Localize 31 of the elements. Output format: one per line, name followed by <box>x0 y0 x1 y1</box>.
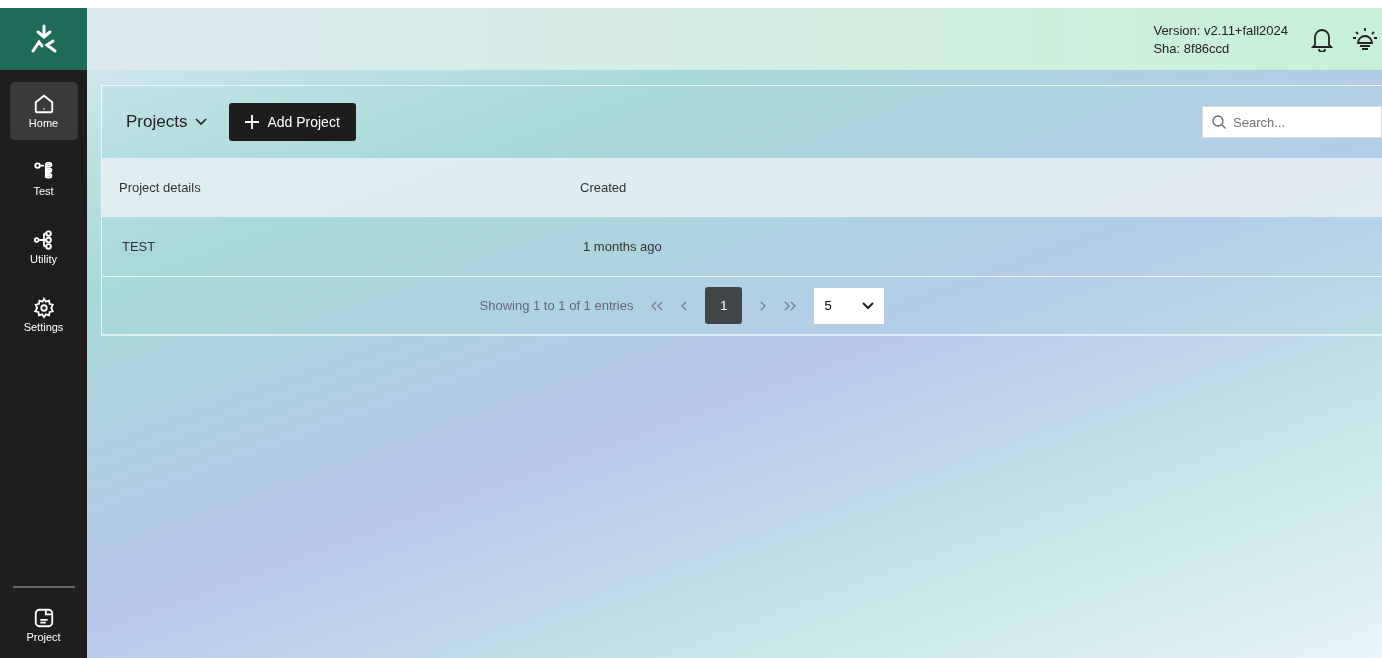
document-icon <box>32 607 55 629</box>
bell-icon[interactable] <box>1310 26 1334 52</box>
entries-summary: Showing 1 to 1 of 1 entries <box>479 298 634 313</box>
add-project-button[interactable]: Add Project <box>229 103 356 141</box>
branch-icon <box>32 229 55 251</box>
column-header: Created <box>580 180 627 195</box>
page-button[interactable]: 1 <box>705 287 743 324</box>
search-icon <box>1212 115 1226 129</box>
nav-item[interactable]: Home <box>9 82 78 140</box>
nav-item[interactable]: Test <box>9 150 78 208</box>
nav-item[interactable]: Utility <box>9 218 78 276</box>
settings-icon <box>32 297 55 319</box>
nav-item[interactable]: Settings <box>9 286 78 344</box>
chevron-down-icon <box>195 118 208 126</box>
next-page-icon[interactable] <box>760 300 767 311</box>
projects-dropdown[interactable]: Projects <box>126 112 208 132</box>
chevron-down-icon <box>862 301 875 310</box>
version-text: Version: v2.11+fall2024 <box>1153 22 1288 38</box>
previous-page-icon[interactable] <box>681 300 688 311</box>
first-page-icon[interactable] <box>651 300 664 311</box>
plus-icon <box>245 115 260 129</box>
table-cell: TEST <box>122 239 156 254</box>
column-header: Project details <box>119 180 201 195</box>
last-page-icon[interactable] <box>784 300 797 311</box>
sha-text: Sha: 8f86ccd <box>1153 40 1231 56</box>
lamp-icon[interactable] <box>1352 26 1378 52</box>
home-icon <box>32 93 55 115</box>
table-cell: 1 months ago <box>583 239 662 254</box>
nav-item[interactable]: Project <box>9 596 78 654</box>
page-size-select[interactable]: 5 <box>814 287 885 324</box>
search-field[interactable]: Search... <box>1202 106 1382 138</box>
